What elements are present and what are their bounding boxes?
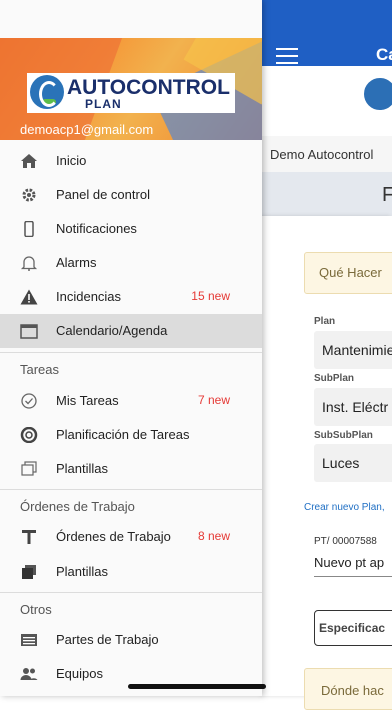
plan-select[interactable]: Mantenimie — [314, 331, 392, 369]
nav-item-label: Notificaciones — [56, 221, 137, 236]
bell-icon — [20, 256, 38, 271]
new-count-badge: 7 new — [197, 393, 230, 407]
nav-item-label: Planificación de Tareas — [56, 427, 190, 442]
home-indicator[interactable] — [128, 684, 266, 689]
nav-item-label: Panel de control — [56, 187, 150, 202]
app-title: Ca — [376, 45, 392, 64]
nav-item-label: Inicio — [56, 153, 87, 168]
nav-item-label: Calendario/Agenda — [56, 323, 168, 338]
especificaciones-button[interactable]: Especificac — [314, 610, 392, 646]
lifebuoy-icon — [20, 427, 38, 443]
que-hacer-section[interactable]: Qué Hacer — [304, 252, 392, 294]
plan-value: Mantenimie — [322, 342, 392, 358]
section-divider — [0, 592, 262, 593]
subplan-label: SubPlan — [314, 373, 355, 384]
phone-icon — [24, 221, 34, 237]
new-count-badge: 15 new — [191, 289, 230, 303]
plan-label: Plan — [314, 316, 336, 327]
section-divider — [0, 352, 262, 353]
new-count-badge: 8 new — [197, 529, 230, 543]
nav-item-label: Partes de Trabajo — [56, 632, 159, 647]
subsubplan-label: SubSubPlan — [314, 430, 373, 441]
autocontrol-logo-icon — [362, 76, 392, 112]
create-plan-link[interactable]: Crear nuevo Plan, — [304, 502, 385, 513]
company-name: Demo Autocontrol — [270, 147, 374, 162]
user-email: demoacp1@gmail.com — [20, 122, 154, 137]
subplan-value: Inst. Eléctr — [322, 399, 389, 415]
home-icon — [21, 154, 37, 168]
especificaciones-label: Especificac — [319, 621, 386, 635]
copy-icon — [21, 461, 37, 476]
gear-icon — [22, 188, 36, 202]
nav-item-inicio[interactable]: Inicio — [0, 144, 262, 178]
nav-item-panel-de-control[interactable]: Panel de control — [0, 178, 262, 212]
layers-icon — [22, 565, 36, 579]
nav-item-calendario[interactable]: Calendario/Agenda — [0, 314, 262, 348]
subsubplan-select[interactable]: Luces — [314, 444, 392, 482]
status-bar — [0, 0, 262, 38]
page-heading: F — [382, 184, 392, 206]
que-hacer-label: Qué Hacer — [319, 265, 382, 280]
nav-item-alarms[interactable]: Alarms — [0, 246, 262, 280]
nav-item-notificaciones[interactable]: Notificaciones — [0, 212, 262, 246]
calendar-icon — [20, 324, 38, 339]
page-heading-bar: F — [262, 172, 392, 216]
section-title-otros: Otros — [20, 602, 52, 617]
nav-item-partes-de-trabajo[interactable]: Partes de Trabajo — [0, 623, 262, 657]
nav-item-label: Mis Tareas — [56, 393, 119, 408]
people-icon — [20, 668, 38, 680]
form-card: Qué Hacer Plan Mantenimie SubPlan Inst. … — [262, 216, 392, 710]
hamburger-menu-icon[interactable] — [276, 48, 298, 64]
nav-item-label: Alarms — [56, 255, 97, 270]
autocontrol-logo: AUTOCONTROL PLAN — [27, 73, 235, 113]
tool-icon — [22, 530, 36, 544]
company-selector[interactable]: Demo Autocontrol — [262, 136, 392, 173]
nav-item-planificacion[interactable]: Planificación de Tareas — [0, 418, 262, 452]
section-divider — [0, 489, 262, 490]
logo-mark-icon — [30, 75, 64, 109]
donde-hacer-section[interactable]: Dónde hac — [304, 668, 392, 710]
list-icon — [21, 634, 37, 646]
section-title-tareas: Tareas — [20, 362, 60, 377]
nav-item-incidencias[interactable]: Incidencias 15 new — [0, 280, 262, 314]
warning-icon — [20, 289, 38, 305]
check-circle-icon — [21, 393, 37, 409]
nav-item-label: Órdenes de Trabajo — [56, 529, 171, 544]
nav-item-plantillas-ordenes[interactable]: Plantillas — [0, 555, 262, 589]
nav-item-plantillas-tareas[interactable]: Plantillas — [0, 452, 262, 486]
nav-item-label: Equipos — [56, 666, 103, 681]
nav-item-label: Plantillas — [56, 461, 109, 476]
nav-item-label: Incidencias — [56, 289, 122, 304]
subsubplan-value: Luces — [322, 455, 360, 471]
nav-item-label: Plantillas — [56, 564, 109, 579]
drawer-header: AUTOCONTROL PLAN demoacp1@gmail.com — [0, 38, 262, 140]
app-logo-strip — [262, 66, 392, 136]
pt-label: PT/ 00007588 — [314, 536, 377, 547]
pt-input[interactable]: Nuevo pt ap — [314, 555, 384, 570]
logo-sub: PLAN — [85, 97, 122, 111]
subplan-select[interactable]: Inst. Eléctr — [314, 388, 392, 426]
navigation-drawer: AUTOCONTROL PLAN demoacp1@gmail.com Inic… — [0, 0, 262, 696]
nav-item-mis-tareas[interactable]: Mis Tareas 7 new — [0, 384, 262, 418]
section-title-ordenes: Órdenes de Trabajo — [20, 499, 135, 514]
pt-input-underline — [314, 576, 392, 577]
nav-item-ordenes-de-trabajo[interactable]: Órdenes de Trabajo 8 new — [0, 520, 262, 554]
